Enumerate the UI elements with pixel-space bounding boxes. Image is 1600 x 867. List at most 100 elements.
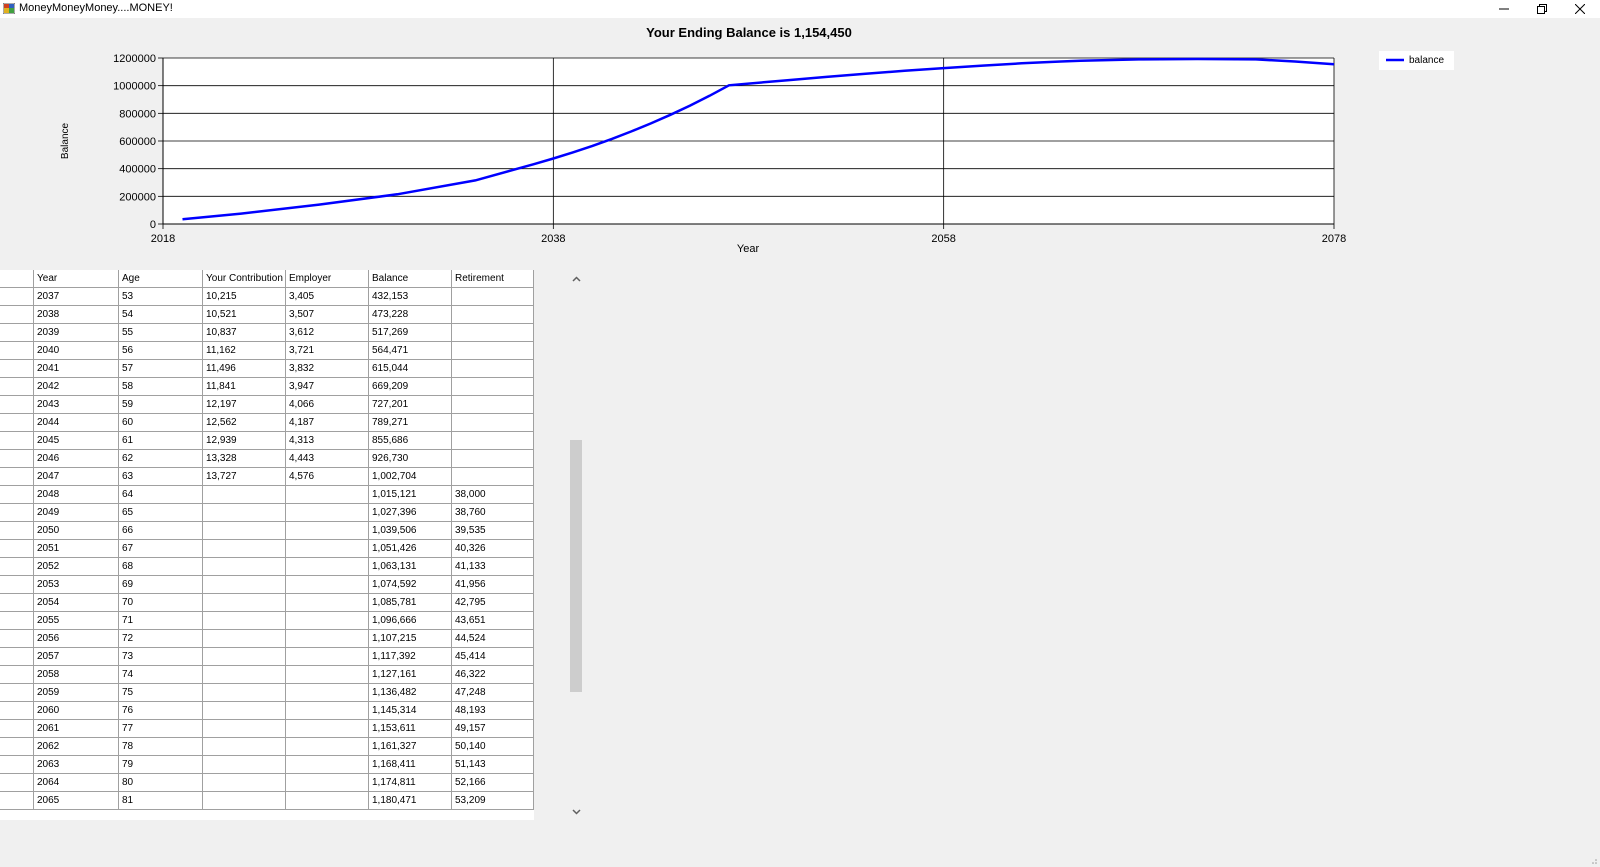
cell-retirement[interactable]: 52,166 <box>452 774 534 791</box>
cell-year[interactable]: 2040 <box>34 342 119 359</box>
table-row[interactable]: 2054 70 1,085,781 42,795 <box>0 594 534 612</box>
cell-year[interactable]: 2061 <box>34 720 119 737</box>
cell-age[interactable]: 79 <box>119 756 203 773</box>
table-row[interactable]: 2055 71 1,096,666 43,651 <box>0 612 534 630</box>
cell-year[interactable]: 2056 <box>34 630 119 647</box>
table-row[interactable]: 2048 64 1,015,121 38,000 <box>0 486 534 504</box>
cell-age[interactable]: 56 <box>119 342 203 359</box>
cell-balance[interactable]: 1,085,781 <box>369 594 452 611</box>
cell-balance[interactable]: 1,002,704 <box>369 468 452 485</box>
cell-year[interactable]: 2052 <box>34 558 119 575</box>
cell-retirement[interactable] <box>452 360 534 377</box>
row-header[interactable] <box>0 360 34 377</box>
cell-age[interactable]: 80 <box>119 774 203 791</box>
cell-employer[interactable] <box>286 702 369 719</box>
cell-retirement[interactable] <box>452 342 534 359</box>
row-header[interactable] <box>0 414 34 431</box>
cell-retirement[interactable] <box>452 324 534 341</box>
table-row[interactable]: 2061 77 1,153,611 49,157 <box>0 720 534 738</box>
cell-year[interactable]: 2053 <box>34 576 119 593</box>
cell-year[interactable]: 2057 <box>34 648 119 665</box>
table-row[interactable]: 2065 81 1,180,471 53,209 <box>0 792 534 810</box>
cell-employer[interactable]: 4,576 <box>286 468 369 485</box>
cell-age[interactable]: 58 <box>119 378 203 395</box>
table-row[interactable]: 2053 69 1,074,592 41,956 <box>0 576 534 594</box>
cell-age[interactable]: 60 <box>119 414 203 431</box>
cell-your-contribution[interactable] <box>203 540 286 557</box>
results-table[interactable]: Year Age Your Contribution Employer Bala… <box>0 270 534 820</box>
table-row[interactable]: 2051 67 1,051,426 40,326 <box>0 540 534 558</box>
cell-age[interactable]: 78 <box>119 738 203 755</box>
cell-balance[interactable]: 727,201 <box>369 396 452 413</box>
cell-balance[interactable]: 1,153,611 <box>369 720 452 737</box>
cell-age[interactable]: 62 <box>119 450 203 467</box>
cell-balance[interactable]: 1,145,314 <box>369 702 452 719</box>
cell-retirement[interactable] <box>452 432 534 449</box>
cell-year[interactable]: 2059 <box>34 684 119 701</box>
row-header[interactable] <box>0 306 34 323</box>
cell-your-contribution[interactable] <box>203 648 286 665</box>
cell-balance[interactable]: 1,039,506 <box>369 522 452 539</box>
cell-your-contribution[interactable]: 11,496 <box>203 360 286 377</box>
cell-year[interactable]: 2037 <box>34 288 119 305</box>
table-row[interactable]: 2060 76 1,145,314 48,193 <box>0 702 534 720</box>
cell-your-contribution[interactable] <box>203 666 286 683</box>
cell-balance[interactable]: 473,228 <box>369 306 452 323</box>
close-button[interactable] <box>1560 0 1600 18</box>
cell-balance[interactable]: 1,161,327 <box>369 738 452 755</box>
cell-retirement[interactable]: 53,209 <box>452 792 534 809</box>
cell-employer[interactable] <box>286 486 369 503</box>
cell-year[interactable]: 2041 <box>34 360 119 377</box>
table-row[interactable]: 2038 54 10,521 3,507 473,228 <box>0 306 534 324</box>
cell-your-contribution[interactable]: 12,939 <box>203 432 286 449</box>
cell-balance[interactable]: 926,730 <box>369 450 452 467</box>
cell-balance[interactable]: 1,027,396 <box>369 504 452 521</box>
cell-year[interactable]: 2049 <box>34 504 119 521</box>
cell-age[interactable]: 54 <box>119 306 203 323</box>
cell-year[interactable]: 2064 <box>34 774 119 791</box>
row-header[interactable] <box>0 666 34 683</box>
table-row[interactable]: 2047 63 13,727 4,576 1,002,704 <box>0 468 534 486</box>
cell-age[interactable]: 65 <box>119 504 203 521</box>
cell-balance[interactable]: 1,180,471 <box>369 792 452 809</box>
column-header-your-contribution[interactable]: Your Contribution <box>203 270 286 287</box>
cell-employer[interactable] <box>286 792 369 809</box>
cell-your-contribution[interactable] <box>203 684 286 701</box>
cell-balance[interactable]: 1,168,411 <box>369 756 452 773</box>
cell-employer[interactable] <box>286 558 369 575</box>
cell-employer[interactable]: 4,443 <box>286 450 369 467</box>
cell-your-contribution[interactable]: 11,162 <box>203 342 286 359</box>
row-header[interactable] <box>0 540 34 557</box>
cell-year[interactable]: 2054 <box>34 594 119 611</box>
cell-age[interactable]: 70 <box>119 594 203 611</box>
cell-age[interactable]: 81 <box>119 792 203 809</box>
cell-balance[interactable]: 1,174,811 <box>369 774 452 791</box>
cell-year[interactable]: 2058 <box>34 666 119 683</box>
cell-your-contribution[interactable] <box>203 522 286 539</box>
cell-retirement[interactable]: 39,535 <box>452 522 534 539</box>
cell-employer[interactable]: 3,507 <box>286 306 369 323</box>
cell-your-contribution[interactable] <box>203 702 286 719</box>
cell-your-contribution[interactable] <box>203 576 286 593</box>
row-header[interactable] <box>0 684 34 701</box>
row-header[interactable] <box>0 612 34 629</box>
cell-employer[interactable] <box>286 576 369 593</box>
cell-employer[interactable]: 4,313 <box>286 432 369 449</box>
cell-balance[interactable]: 564,471 <box>369 342 452 359</box>
cell-balance[interactable]: 855,686 <box>369 432 452 449</box>
cell-year[interactable]: 2043 <box>34 396 119 413</box>
cell-year[interactable]: 2050 <box>34 522 119 539</box>
cell-employer[interactable]: 3,947 <box>286 378 369 395</box>
minimize-button[interactable] <box>1484 0 1524 18</box>
cell-employer[interactable] <box>286 756 369 773</box>
row-header[interactable] <box>0 720 34 737</box>
table-row[interactable]: 2058 74 1,127,161 46,322 <box>0 666 534 684</box>
cell-balance[interactable]: 1,117,392 <box>369 648 452 665</box>
cell-year[interactable]: 2063 <box>34 756 119 773</box>
cell-your-contribution[interactable] <box>203 774 286 791</box>
table-row[interactable]: 2046 62 13,328 4,443 926,730 <box>0 450 534 468</box>
cell-retirement[interactable] <box>452 414 534 431</box>
table-row[interactable]: 2052 68 1,063,131 41,133 <box>0 558 534 576</box>
cell-retirement[interactable]: 41,133 <box>452 558 534 575</box>
cell-year[interactable]: 2044 <box>34 414 119 431</box>
